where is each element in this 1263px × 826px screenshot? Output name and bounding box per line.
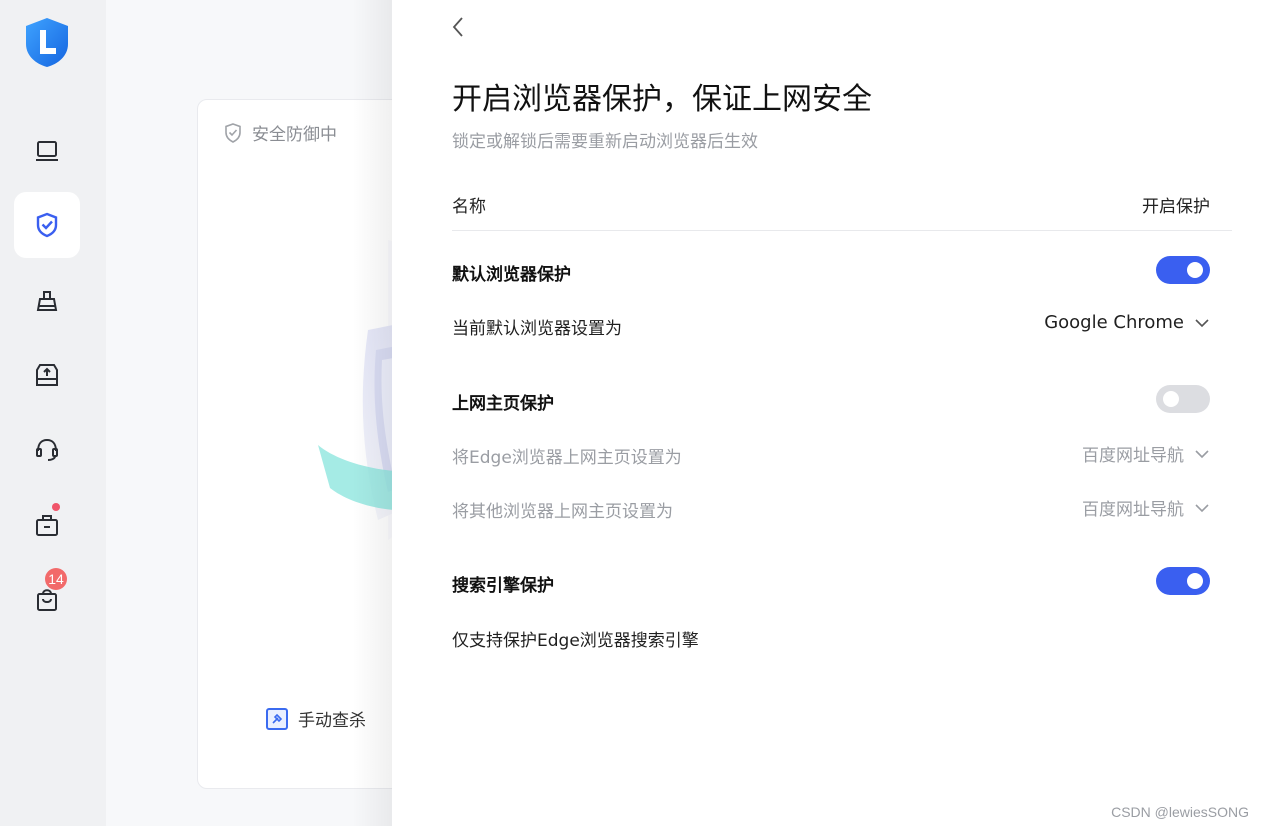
nav-toolbox[interactable] xyxy=(14,492,80,558)
chevron-down-icon xyxy=(1195,449,1209,458)
default-browser-label: 默认浏览器保护 xyxy=(452,265,571,285)
manual-scan-button[interactable]: 手动查杀 xyxy=(266,706,366,731)
other-homepage-label: 将其他浏览器上网主页设置为 xyxy=(452,502,673,522)
store-badge: 14 xyxy=(45,568,67,590)
broom-icon xyxy=(36,291,58,311)
shield-check-icon xyxy=(225,122,241,143)
edge-homepage-row: 将Edge浏览器上网主页设置为 百度网址导航 xyxy=(452,439,1210,469)
sidebar: 14 xyxy=(0,0,106,826)
default-browser-setting-row: 当前默认浏览器设置为 Google Chrome xyxy=(452,310,1210,340)
chevron-down-icon xyxy=(1195,318,1209,327)
header-protect: 开启保护 xyxy=(1142,197,1210,217)
chevron-down-icon xyxy=(1195,503,1209,512)
search-engine-row: 搜索引擎保护 xyxy=(452,567,1210,597)
homepage-row: 上网主页保护 xyxy=(452,385,1210,415)
nav-cleanup[interactable] xyxy=(14,268,80,334)
notification-dot xyxy=(52,503,60,511)
toggle-knob xyxy=(1187,262,1203,278)
header-name: 名称 xyxy=(452,197,486,217)
wrench-icon xyxy=(266,707,288,730)
watermark: CSDN @lewiesSONG xyxy=(1111,804,1249,820)
default-browser-toggle[interactable] xyxy=(1156,256,1210,284)
app-logo xyxy=(26,18,68,67)
other-homepage-select[interactable]: 百度网址导航 xyxy=(1082,495,1210,520)
nav-device[interactable] xyxy=(14,118,80,184)
edge-homepage-value: 百度网址导航 xyxy=(1082,446,1184,466)
default-browser-value: Google Chrome xyxy=(1044,312,1184,333)
status-text: 安全防御中 xyxy=(252,125,337,145)
search-engine-note-row: 仅支持保护Edge浏览器搜索引擎 xyxy=(452,622,1210,652)
nav-disk[interactable] xyxy=(14,342,80,408)
nav-security[interactable] xyxy=(14,192,80,258)
protection-status: 安全防御中 xyxy=(222,120,337,145)
back-arrow-icon[interactable] xyxy=(446,14,470,40)
monitor-icon xyxy=(36,141,58,161)
disk-upload-icon xyxy=(36,364,58,386)
toggle-knob xyxy=(1187,573,1203,589)
default-browser-select[interactable]: Google Chrome xyxy=(1044,312,1210,333)
search-engine-note: 仅支持保护Edge浏览器搜索引擎 xyxy=(452,631,699,651)
edge-homepage-label: 将Edge浏览器上网主页设置为 xyxy=(452,448,682,468)
browser-protection-panel: 开启浏览器保护，保证上网安全 锁定或解锁后需要重新启动浏览器后生效 名称 开启保… xyxy=(392,0,1263,826)
edge-homepage-select[interactable]: 百度网址导航 xyxy=(1082,441,1210,466)
nav-support[interactable] xyxy=(14,416,80,482)
page-title: 开启浏览器保护，保证上网安全 xyxy=(452,82,872,117)
search-engine-label: 搜索引擎保护 xyxy=(452,576,554,596)
nav-store[interactable]: 14 xyxy=(14,566,80,632)
table-header: 名称 开启保护 xyxy=(452,192,1232,231)
homepage-label: 上网主页保护 xyxy=(452,394,554,414)
shield-check-icon xyxy=(36,212,58,238)
default-browser-setting-label: 当前默认浏览器设置为 xyxy=(452,319,622,339)
default-browser-row: 默认浏览器保护 xyxy=(452,256,1210,286)
headset-icon xyxy=(36,438,58,461)
homepage-toggle[interactable] xyxy=(1156,385,1210,413)
search-engine-toggle[interactable] xyxy=(1156,567,1210,595)
toolbox-icon xyxy=(36,515,58,536)
other-homepage-value: 百度网址导航 xyxy=(1082,500,1184,520)
other-homepage-row: 将其他浏览器上网主页设置为 百度网址导航 xyxy=(452,493,1210,523)
toggle-knob xyxy=(1163,391,1179,407)
page-subtitle: 锁定或解锁后需要重新启动浏览器后生效 xyxy=(452,132,758,152)
panel-shadow xyxy=(352,0,392,826)
